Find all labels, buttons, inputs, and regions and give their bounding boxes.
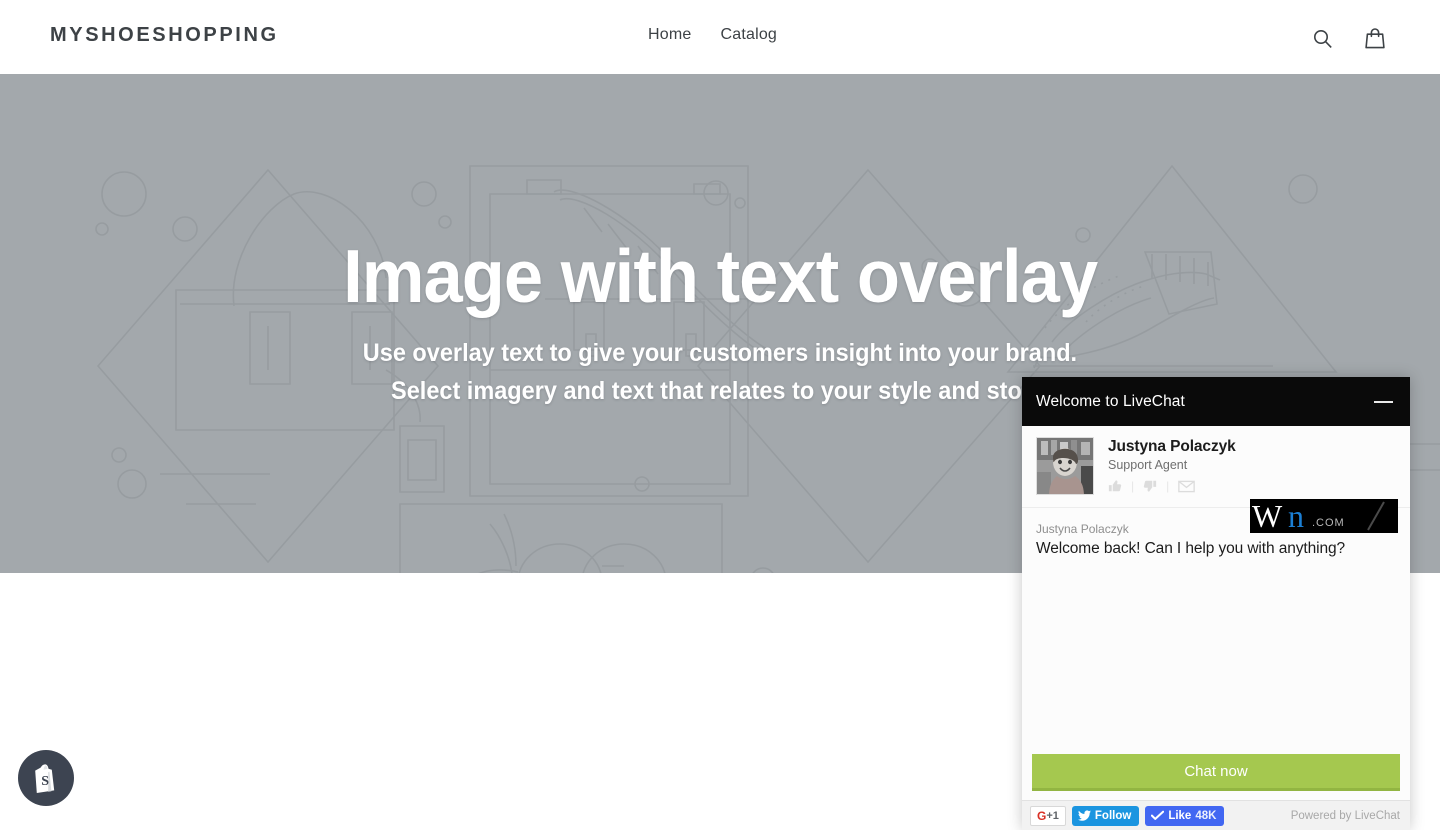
- twitter-bird-icon: [1077, 810, 1091, 821]
- facebook-like-count: 48K: [1195, 809, 1217, 822]
- site-logo[interactable]: MYSHOESHOPPING: [50, 24, 279, 47]
- rating-separator: |: [1131, 479, 1135, 493]
- agent-name: Justyna Polaczyk: [1108, 438, 1236, 455]
- nav-item-catalog[interactable]: Catalog: [720, 26, 777, 44]
- hero-title: Image with text overlay: [342, 233, 1098, 318]
- message-text: Welcome back! Can I help you with anythi…: [1036, 540, 1346, 557]
- shopify-badge-button[interactable]: S: [18, 750, 74, 806]
- livechat-cta-wrapper: Chat now: [1022, 754, 1410, 800]
- search-icon[interactable]: [1309, 24, 1335, 52]
- agent-rating-group: | |: [1108, 479, 1236, 493]
- thumbs-down-icon[interactable]: [1143, 479, 1157, 493]
- wn-com-logo: W n .COM: [1250, 499, 1398, 533]
- facebook-like-label: Like: [1168, 809, 1192, 822]
- facebook-like-button[interactable]: Like 48K: [1145, 805, 1225, 826]
- livechat-widget: Welcome to LiveChat Justyna Polaczyk Sup…: [1022, 377, 1410, 830]
- cart-icon[interactable]: [1362, 24, 1388, 52]
- header-icon-group: [1309, 24, 1388, 52]
- hero-subtitle-line-1: Use overlay text to give your customers …: [362, 339, 1078, 368]
- twitter-follow-label: Follow: [1094, 809, 1132, 822]
- minimize-icon[interactable]: [1372, 393, 1394, 411]
- rating-separator: |: [1166, 479, 1170, 493]
- livechat-footer: G +1 Follow Like 48K Powered by LiveChat: [1022, 800, 1410, 830]
- check-icon: [1151, 810, 1165, 820]
- logo-com-suffix: .COM: [1312, 517, 1345, 529]
- google-plus-one-button[interactable]: G +1: [1030, 805, 1066, 826]
- shopify-bag-icon: S: [35, 764, 55, 793]
- gplus-plus-one: +1: [1046, 809, 1059, 822]
- livechat-titlebar: Welcome to LiveChat: [1022, 377, 1410, 426]
- livechat-agent-card: Justyna Polaczyk Support Agent | | W n .…: [1022, 426, 1410, 533]
- chat-now-button[interactable]: Chat now: [1032, 754, 1400, 791]
- hero-subtitle-line-2: Select imagery and text that relates to …: [391, 376, 1049, 405]
- avatar: [1036, 437, 1094, 495]
- main-navigation: Home Catalog: [648, 26, 777, 44]
- agent-info: Justyna Polaczyk Support Agent | |: [1108, 437, 1236, 493]
- site-header: MYSHOESHOPPING Home Catalog: [0, 0, 1440, 74]
- agent-role: Support Agent: [1108, 458, 1188, 472]
- hero-subtitle: Use overlay text to give your customers …: [363, 335, 1077, 410]
- envelope-icon[interactable]: [1178, 480, 1196, 493]
- svg-text:S: S: [41, 774, 49, 789]
- nav-item-home[interactable]: Home: [648, 26, 691, 44]
- logo-n-letter: n: [1288, 499, 1304, 533]
- twitter-follow-button[interactable]: Follow: [1071, 805, 1140, 826]
- powered-by-livechat-label: Powered by LiveChat: [1290, 809, 1400, 822]
- thumbs-up-icon[interactable]: [1108, 479, 1122, 493]
- livechat-title: Welcome to LiveChat: [1036, 392, 1185, 410]
- livechat-transcript: Justyna Polaczyk Welcome back! Can I hel…: [1022, 508, 1410, 754]
- logo-w-letter: W: [1252, 499, 1283, 533]
- gplus-g-letter: G: [1037, 808, 1047, 823]
